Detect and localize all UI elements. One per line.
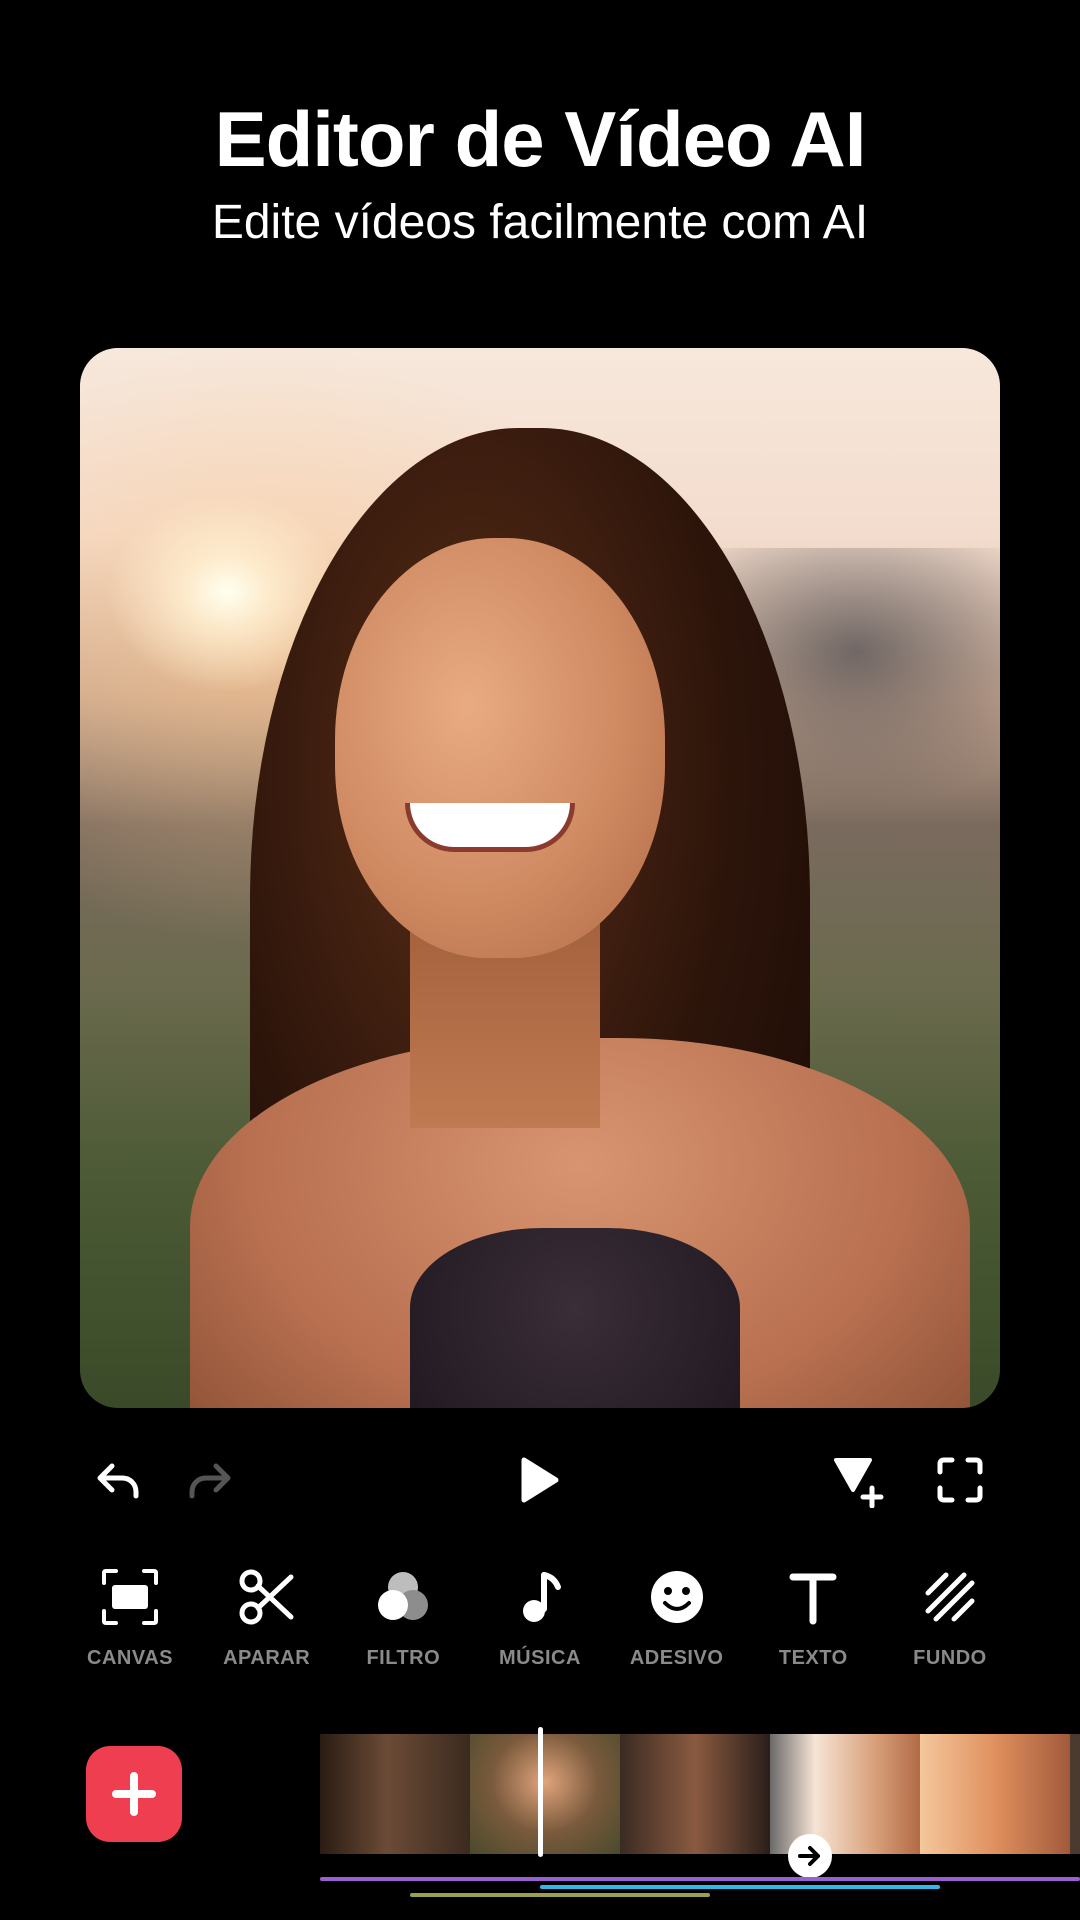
tool-label: ADESIVO xyxy=(629,1647,724,1669)
arrow-right-icon xyxy=(798,1846,820,1866)
timeline-frame xyxy=(470,1734,620,1854)
tool-bar: CANVAS APARAR FILTRO MÚSICA ADESIVO TEXT… xyxy=(70,1565,1010,1670)
tool-label: APARAR xyxy=(223,1647,311,1669)
tool-canvas[interactable]: CANVAS xyxy=(70,1565,190,1670)
play-button[interactable] xyxy=(508,1450,568,1510)
keyframe-add-icon xyxy=(834,1458,884,1508)
tool-filter[interactable]: FILTRO xyxy=(343,1565,463,1670)
app-title: Editor de Vídeo AI xyxy=(214,95,867,183)
tool-trim[interactable]: APARAR xyxy=(207,1565,327,1670)
tool-label: FILTRO xyxy=(366,1647,441,1669)
music-note-icon xyxy=(508,1565,572,1629)
tool-music[interactable]: MÚSICA xyxy=(480,1565,600,1670)
timeline-track[interactable] xyxy=(320,1734,1080,1854)
transition-button[interactable] xyxy=(788,1834,832,1878)
plus-icon xyxy=(112,1772,156,1816)
app-subtitle: Edite vídeos facilmente com AI xyxy=(211,196,869,249)
video-preview[interactable] xyxy=(80,348,1000,1408)
subject-smile xyxy=(405,803,575,852)
header: Editor de Vídeo AI Edite vídeos facilmen… xyxy=(0,95,1080,251)
fullscreen-icon xyxy=(937,1457,983,1503)
tool-label: MÚSICA xyxy=(499,1647,581,1669)
filter-icon xyxy=(371,1565,435,1629)
tool-sticker[interactable]: ADESIVO xyxy=(617,1565,737,1670)
undo-button[interactable] xyxy=(88,1450,148,1510)
timeline-frame xyxy=(320,1734,470,1854)
text-icon xyxy=(781,1565,845,1629)
background-icon xyxy=(918,1565,982,1629)
redo-button[interactable] xyxy=(180,1450,240,1510)
canvas-icon xyxy=(98,1565,162,1629)
timeline-frame xyxy=(770,1734,920,1854)
fullscreen-button[interactable] xyxy=(930,1450,990,1510)
video-track-bar xyxy=(320,1877,1080,1881)
add-media-button[interactable] xyxy=(86,1746,182,1842)
sticker-icon xyxy=(645,1565,709,1629)
timeline-frame xyxy=(1070,1734,1080,1854)
playback-controls xyxy=(0,1450,1080,1510)
tool-label: FUNDO xyxy=(913,1647,987,1669)
undo-icon xyxy=(97,1463,139,1499)
play-icon xyxy=(521,1457,559,1503)
scissors-icon xyxy=(235,1565,299,1629)
subject-face xyxy=(335,538,665,958)
tool-text[interactable]: TEXTO xyxy=(753,1565,873,1670)
timeline-frame xyxy=(920,1734,1070,1854)
timeline-frame xyxy=(620,1734,770,1854)
add-keyframe-button[interactable] xyxy=(828,1450,888,1510)
tool-label: CANVAS xyxy=(87,1647,173,1669)
redo-icon xyxy=(189,1463,231,1499)
tool-label: TEXTO xyxy=(778,1647,848,1669)
subject-top xyxy=(410,1228,740,1408)
timeline-playhead[interactable] xyxy=(538,1727,543,1857)
effect-track-bar xyxy=(410,1893,710,1897)
audio-track-bar xyxy=(540,1885,940,1889)
tool-background[interactable]: FUNDO xyxy=(890,1565,1010,1670)
